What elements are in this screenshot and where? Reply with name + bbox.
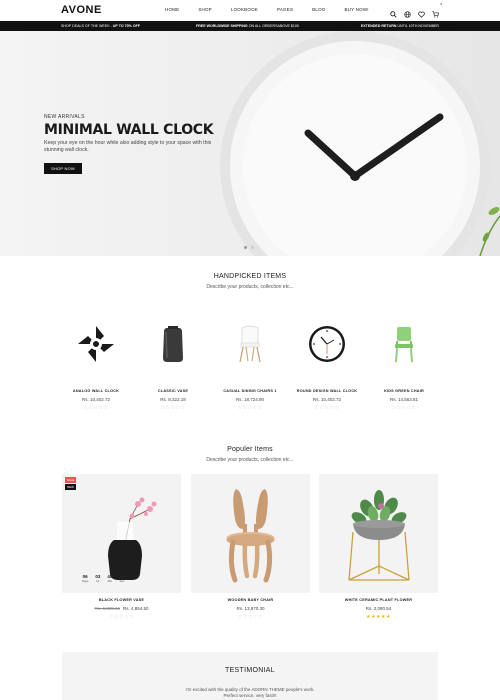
- product-name[interactable]: ANALOG WALL CLOCK: [61, 389, 131, 393]
- promo-deals-highlight: UP TO 70% OFF: [112, 24, 141, 28]
- testimonial-text: I'm excited with the quality of the ADOR…: [62, 687, 438, 699]
- product-rating: ★★★★★: [366, 614, 391, 620]
- countdown-hours-label: Hr: [96, 579, 100, 583]
- product-rating: ☆☆☆☆☆: [391, 405, 417, 411]
- popular-product-card[interactable]: WOODEN BABY CHAIR Rs. 13,870.30 ☆☆☆☆☆: [191, 474, 310, 620]
- product-card[interactable]: KIDS GREEN CHAIR Rs. 14,563.81 ☆☆☆☆☆: [369, 320, 439, 411]
- promo-returns: EXTENDED RETURN UNTIL 10TH NOVEMBER: [361, 24, 439, 28]
- product-rating: ☆☆☆☆☆: [109, 614, 134, 620]
- product-price: Rs. 6,335.15 Rs. 4,854.50: [62, 606, 181, 611]
- product-rating: ☆☆☆☆☆: [237, 405, 263, 411]
- product-image[interactable]: [61, 320, 131, 368]
- slider-dot[interactable]: [244, 246, 247, 249]
- hero-subtitle: NEW ARRIVALS: [44, 114, 85, 120]
- promo-shipping-highlight: FREE WORLDWIDE SHIPPING: [196, 24, 248, 28]
- testimonial-quote-2: Perfect service, very fast!!!: [223, 693, 277, 698]
- promo-shipping: FREE WORLDWIDE SHIPPING ON ALL ORDERSABO…: [196, 24, 299, 28]
- testimonial-title: TESTIMONIAL: [225, 667, 275, 674]
- countdown-seconds: 29 Sec: [119, 574, 124, 583]
- nav-lookbook[interactable]: LOOKBOOK: [231, 7, 258, 12]
- countdown-minutes-label: Min: [107, 579, 113, 583]
- product-name[interactable]: CLASSIC VASE: [138, 389, 208, 393]
- product-price: Rs. 14,563.81: [389, 397, 419, 402]
- product-rating: ☆☆☆☆☆: [314, 405, 340, 411]
- globe-icon[interactable]: [404, 5, 411, 18]
- promo-returns-highlight: EXTENDED RETURN: [360, 24, 397, 28]
- nav-shop[interactable]: SHOP: [198, 7, 212, 12]
- product-image[interactable]: [215, 320, 285, 368]
- product-price: Rs. 10,402.72: [312, 397, 342, 402]
- product-image[interactable]: [191, 474, 310, 593]
- product-image[interactable]: SALE NEW 06 Days 03 Hr 45 Min 29 Sec: [62, 474, 181, 593]
- promo-bar: SHOP DEALS OF THE WEEK - UP TO 70% OFF F…: [0, 21, 500, 31]
- product-name[interactable]: CASUAL DINING CHAIRS 1: [215, 389, 285, 393]
- product-sale-price: Rs. 4,854.50: [123, 606, 149, 611]
- product-rating: ☆☆☆☆☆: [83, 405, 109, 411]
- product-image[interactable]: [319, 474, 438, 593]
- popular-product-card[interactable]: WHITE CERAMIC PLANT FLOWER Rs. 2,080.54 …: [319, 474, 438, 620]
- popular-title: Populer Items: [227, 446, 273, 453]
- site-header: AVONE HOME SHOP LOOKBOOK PAGES BLOG BUY …: [0, 0, 500, 20]
- popular-subtitle: Describe your products, collection etc..…: [206, 457, 294, 463]
- deal-countdown: 06 Days 03 Hr 45 Min 29 Sec: [82, 574, 124, 583]
- product-price: Rs. 10,402.72: [81, 397, 111, 402]
- handpicked-title: HANDPICKED ITEMS: [213, 273, 287, 280]
- new-badge: NEW: [65, 484, 76, 490]
- countdown-days-label: Days: [82, 579, 89, 583]
- sale-badge: SALE: [65, 477, 76, 483]
- header-icons: 0: [390, 2, 442, 18]
- countdown-seconds-label: Sec: [119, 579, 125, 583]
- product-image[interactable]: [292, 320, 362, 368]
- promo-shipping-text: ON ALL ORDERSABOVE $100: [247, 24, 299, 28]
- product-name[interactable]: BLACK FLOWER VASE: [62, 598, 181, 602]
- product-price: Rs. 8,322.18: [160, 397, 186, 402]
- handpicked-subtitle: Describe your products, collection etc..…: [206, 284, 294, 290]
- countdown-days: 06 Days: [82, 574, 88, 583]
- product-rating: ☆☆☆☆☆: [238, 614, 263, 620]
- countdown-minutes: 45 Min: [107, 574, 112, 583]
- product-name[interactable]: WHITE CERAMIC PLANT FLOWER: [319, 598, 438, 602]
- hero-banner: NEW ARRIVALS MINIMAL WALL CLOCK Keep you…: [0, 31, 500, 256]
- cart-icon[interactable]: 0: [432, 2, 442, 18]
- product-price: Rs. 13,870.30: [236, 606, 265, 611]
- promo-deals-text: SHOP DEALS OF THE WEEK -: [61, 24, 113, 28]
- product-price: Rs. 2,080.54: [365, 606, 392, 611]
- search-icon[interactable]: [390, 5, 397, 18]
- product-card[interactable]: CASUAL DINING CHAIRS 1 Rs. 18,724.90 ☆☆☆…: [215, 320, 285, 411]
- product-image[interactable]: [369, 320, 439, 368]
- nav-buy-now[interactable]: BUY NOW!: [344, 7, 368, 12]
- countdown-hours: 03 Hr: [95, 574, 100, 583]
- product-name[interactable]: WOODEN BABY CHAIR: [191, 598, 310, 602]
- product-name[interactable]: ROUND DESIGN WALL CLOCK: [292, 389, 362, 393]
- testimonial-quote: I'm excited with the quality of the ADOR…: [185, 687, 315, 692]
- site-logo[interactable]: AVONE: [61, 4, 102, 16]
- heart-icon[interactable]: [418, 5, 425, 18]
- product-card[interactable]: CLASSIC VASE Rs. 8,322.18 ☆☆☆☆☆: [138, 320, 208, 411]
- nav-pages[interactable]: PAGES: [277, 7, 293, 12]
- slider-dot[interactable]: [251, 246, 254, 249]
- hero-description: Keep your eye on the hour while also add…: [44, 140, 212, 153]
- product-card[interactable]: ROUND DESIGN WALL CLOCK Rs. 10,402.72 ☆☆…: [292, 320, 362, 411]
- nav-home[interactable]: HOME: [165, 7, 179, 12]
- main-nav: HOME SHOP LOOKBOOK PAGES BLOG BUY NOW!: [165, 7, 388, 12]
- testimonial-section: TESTIMONIAL I'm excited with the quality…: [62, 652, 438, 700]
- popular-product-card[interactable]: SALE NEW 06 Days 03 Hr 45 Min 29 Sec BLACK F…: [62, 474, 181, 620]
- shop-now-button[interactable]: SHOP NOW: [44, 163, 82, 174]
- product-old-price: Rs. 6,335.15: [94, 606, 120, 611]
- promo-returns-text: UNTIL 10TH NOVEMBER: [396, 24, 439, 28]
- product-price: Rs. 18,724.90: [235, 397, 265, 402]
- product-image[interactable]: [138, 320, 208, 368]
- product-rating: ☆☆☆☆☆: [160, 405, 186, 411]
- hero-title: MINIMAL WALL CLOCK: [44, 122, 214, 138]
- promo-deals: SHOP DEALS OF THE WEEK - UP TO 70% OFF: [61, 24, 140, 28]
- product-card[interactable]: ANALOG WALL CLOCK Rs. 10,402.72 ☆☆☆☆☆: [61, 320, 131, 411]
- cart-count: 0: [440, 2, 442, 6]
- slider-dots: [244, 246, 254, 249]
- product-name[interactable]: KIDS GREEN CHAIR: [369, 389, 439, 393]
- nav-blog[interactable]: BLOG: [312, 7, 325, 12]
